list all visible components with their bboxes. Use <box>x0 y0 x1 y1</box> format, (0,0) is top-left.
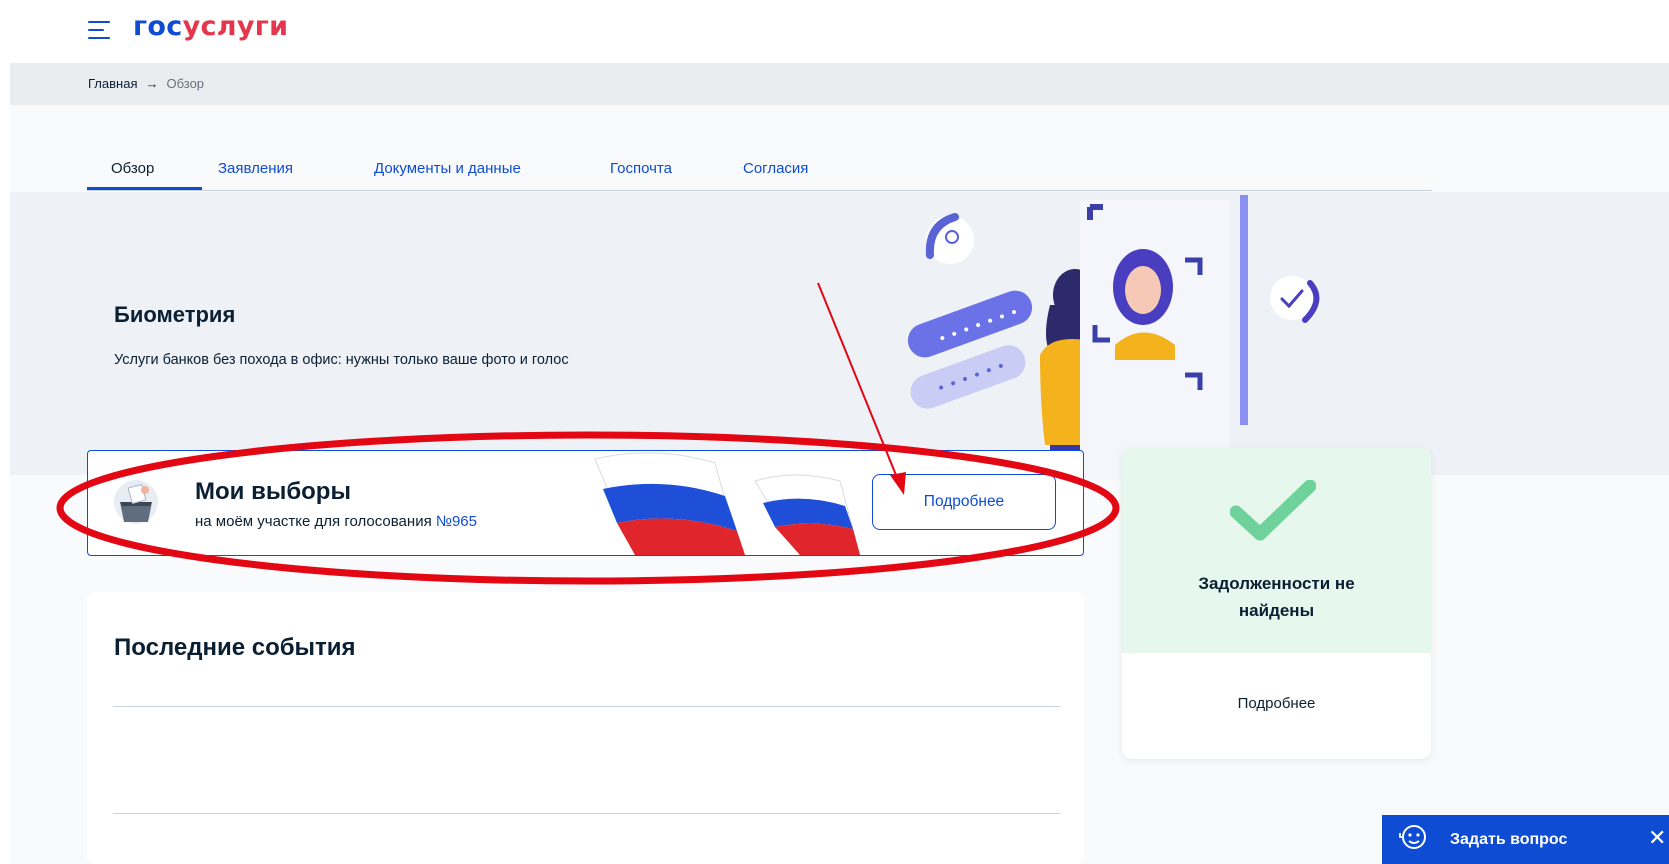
ballot-box-icon <box>114 480 158 524</box>
elections-title: Мои выборы <box>195 478 351 505</box>
elections-subtitle: на моём участке для голосования №965 <box>195 513 477 530</box>
biometrics-illustration: • • • • • • • • • • • • • <box>907 195 1320 480</box>
debt-status-text: Задолженности не найдены <box>1122 570 1431 624</box>
breadcrumb-bar: Главная → Обзор <box>10 63 1669 105</box>
tab-gosmail[interactable]: Госпочта <box>610 160 672 177</box>
elections-subtitle-text: на моём участке для голосования <box>195 513 436 530</box>
events-divider <box>113 813 1060 814</box>
tab-overview[interactable]: Обзор <box>111 160 154 177</box>
ask-question-label[interactable]: Задать вопрос <box>1450 831 1567 849</box>
breadcrumb-home-link[interactable]: Главная <box>88 76 137 91</box>
face-icon <box>1113 249 1175 360</box>
eye-icon <box>925 213 974 264</box>
debt-status-line-1: Задолженности не <box>1198 574 1355 593</box>
support-chat-icon <box>1399 825 1426 849</box>
precinct-number-link[interactable]: №965 <box>436 513 477 530</box>
debt-details-link[interactable]: Подробнее <box>1122 695 1431 712</box>
banner-subtitle: Услуги банков без похода в офис: нужны т… <box>114 352 569 368</box>
breadcrumb-arrow-icon: → <box>145 76 159 91</box>
banner-title: Биометрия <box>114 302 236 327</box>
logo-part-uslugi: услуги <box>182 11 289 42</box>
gosuslugi-logo[interactable]: госуслуги <box>133 11 288 42</box>
events-divider <box>113 706 1060 707</box>
elections-details-button[interactable]: Подробнее <box>872 474 1056 530</box>
check-badge-icon <box>1270 276 1320 323</box>
recent-events-card <box>87 592 1084 864</box>
breadcrumb-current: Обзор <box>166 76 205 91</box>
logo-part-gos: гос <box>133 11 183 42</box>
russian-flag-image <box>595 452 861 555</box>
top-header: госуслуги <box>0 0 1669 62</box>
tab-consents[interactable]: Согласия <box>743 160 808 177</box>
tab-documents[interactable]: Документы и данные <box>374 160 521 177</box>
checkmark-icon <box>1230 480 1316 541</box>
tab-applications[interactable]: Заявления <box>218 160 293 177</box>
divider-bar <box>1240 195 1248 425</box>
biometrics-banner[interactable] <box>10 192 1669 475</box>
close-icon[interactable]: ✕ <box>1648 826 1666 851</box>
active-tab-indicator <box>87 187 202 190</box>
recent-events-title: Последние события <box>114 634 356 661</box>
breadcrumb: Главная → Обзор <box>88 76 204 91</box>
burger-menu-icon[interactable] <box>88 20 110 40</box>
debt-status-line-2: найдены <box>1238 601 1315 620</box>
